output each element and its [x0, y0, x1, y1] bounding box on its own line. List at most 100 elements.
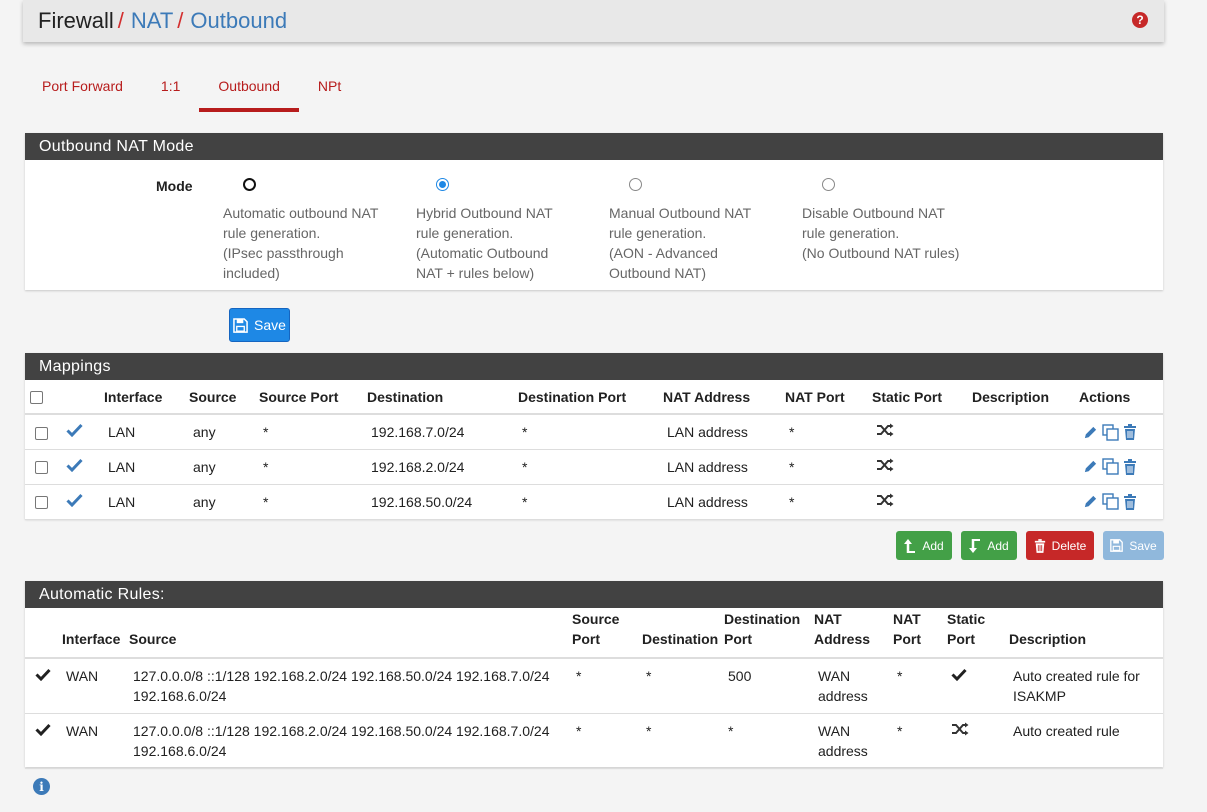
breadcrumb-firewall: Firewall — [38, 8, 114, 33]
cell-description: Auto created rule for ISAKMP — [1008, 658, 1163, 714]
edit-pencil-icon[interactable] — [1083, 494, 1098, 509]
mappings-table: Interface Source Source Port Destination… — [25, 380, 1163, 520]
row-checkbox[interactable] — [35, 496, 48, 510]
arrow-down-turn-icon — [969, 538, 981, 553]
cell-interface: WAN — [61, 713, 128, 769]
enabled-check-icon[interactable] — [66, 423, 83, 438]
edit-pencil-icon[interactable] — [1083, 459, 1098, 474]
tab-port-forward[interactable]: Port Forward — [23, 72, 142, 112]
panel-title: Automatic Rules: — [25, 581, 1163, 608]
info-icon[interactable]: i — [33, 778, 50, 795]
enabled-check-icon[interactable] — [66, 493, 83, 508]
check-icon — [951, 668, 967, 682]
floppy-icon — [233, 317, 248, 333]
cell-destination: 192.168.7.0/24 — [366, 414, 517, 450]
breadcrumb: Firewall / NAT / Outbound — [38, 8, 287, 34]
cell-description: Auto created rule — [1008, 713, 1163, 769]
col-actions: Actions — [1078, 380, 1163, 415]
shuffle-icon — [877, 493, 894, 507]
breadcrumb-nat-link[interactable]: NAT — [131, 8, 173, 34]
mode-radio-automatic[interactable] — [243, 178, 256, 191]
automatic-rules-panel: Automatic Rules: Interface Source Source… — [25, 581, 1163, 769]
cell-interface: LAN — [103, 449, 188, 485]
add-rule-top-button[interactable]: Add — [896, 531, 952, 560]
cell-source: 127.0.0.0/8 ::1/128 192.168.2.0/24 192.1… — [128, 658, 571, 714]
cell-nat-address: WAN address — [813, 658, 892, 714]
cell-source-port: * — [571, 658, 641, 714]
cell-description — [971, 449, 1078, 485]
table-row: WAN 127.0.0.0/8 ::1/128 192.168.2.0/24 1… — [25, 713, 1163, 769]
cell-destination: * — [641, 713, 723, 769]
col-source: Source — [128, 608, 571, 659]
save-label: Save — [1129, 538, 1157, 553]
trash-icon[interactable] — [1123, 493, 1137, 510]
floppy-icon — [1110, 539, 1124, 552]
cell-source: any — [188, 449, 258, 485]
trash-icon[interactable] — [1123, 458, 1137, 475]
cell-description — [971, 414, 1078, 450]
copy-icon[interactable] — [1102, 493, 1119, 511]
cell-description — [971, 484, 1078, 520]
enabled-check-icon[interactable] — [66, 458, 83, 473]
mode-radio-hybrid[interactable] — [436, 178, 449, 191]
tab-outbound[interactable]: Outbound — [199, 72, 299, 112]
mode-option-text: Disable Outbound NAT rule generation. (N… — [802, 205, 960, 261]
cell-destination-port: * — [517, 484, 662, 520]
table-row[interactable]: LAN any * 192.168.50.0/24 * LAN address … — [25, 484, 1163, 520]
cell-nat-port: * — [892, 713, 946, 769]
tab-npt[interactable]: NPt — [299, 72, 360, 112]
mode-option-automatic: Automatic outbound NAT rule generation. … — [223, 178, 393, 283]
copy-icon[interactable] — [1102, 458, 1119, 476]
copy-icon[interactable] — [1102, 423, 1119, 441]
row-checkbox[interactable] — [35, 426, 48, 440]
col-destination-port: Destination Port — [517, 380, 662, 415]
automatic-rules-table: Interface Source Source Port Destination … — [25, 608, 1163, 769]
mappings-panel: Mappings Interface Source Source Port De… — [25, 353, 1163, 520]
select-all-checkbox[interactable] — [30, 391, 43, 405]
outbound-nat-mode-panel: Outbound NAT Mode Mode Automatic outboun… — [25, 133, 1163, 290]
cell-nat-address: LAN address — [662, 484, 784, 520]
cell-nat-port: * — [784, 484, 871, 520]
shuffle-icon — [877, 423, 894, 437]
cell-interface: LAN — [103, 484, 188, 520]
col-interface: Interface — [103, 380, 188, 415]
shuffle-icon — [952, 722, 969, 736]
mode-radio-manual[interactable] — [629, 178, 642, 191]
nat-tabs: Port Forward 1:1 Outbound NPt — [23, 72, 360, 112]
shuffle-icon — [877, 458, 894, 472]
edit-pencil-icon[interactable] — [1083, 425, 1098, 440]
mode-option-text: Hybrid Outbound NAT rule generation. (Au… — [416, 205, 553, 281]
col-description: Description — [971, 380, 1078, 415]
table-row[interactable]: LAN any * 192.168.2.0/24 * LAN address * — [25, 449, 1163, 485]
cell-nat-port: * — [892, 658, 946, 714]
breadcrumb-outbound-link[interactable]: Outbound — [190, 8, 287, 34]
mode-option-disable: Disable Outbound NAT rule generation. (N… — [802, 178, 982, 263]
delete-rules-button[interactable]: Delete — [1026, 531, 1094, 560]
col-destination: Destination — [366, 380, 517, 415]
table-row: WAN 127.0.0.0/8 ::1/128 192.168.2.0/24 1… — [25, 658, 1163, 714]
cell-source: 127.0.0.0/8 ::1/128 192.168.2.0/24 192.1… — [128, 713, 571, 769]
trash-icon[interactable] — [1123, 424, 1137, 441]
add-rule-bottom-button[interactable]: Add — [961, 531, 1017, 560]
row-checkbox[interactable] — [35, 461, 48, 475]
cell-destination: 192.168.50.0/24 — [366, 484, 517, 520]
table-row[interactable]: LAN any * 192.168.7.0/24 * LAN address * — [25, 414, 1163, 450]
save-mode-button[interactable]: Save — [229, 308, 290, 342]
cell-destination: 192.168.2.0/24 — [366, 449, 517, 485]
col-static-port: Static Port — [871, 380, 971, 415]
save-rules-button[interactable]: Save — [1103, 531, 1164, 560]
table-header-row: Interface Source Source Port Destination… — [25, 380, 1163, 415]
mode-option-text: Automatic outbound NAT rule generation. … — [223, 205, 379, 281]
mode-option-manual: Manual Outbound NAT rule generation. (AO… — [609, 178, 779, 283]
cell-interface: LAN — [103, 414, 188, 450]
col-interface: Interface — [61, 608, 128, 659]
panel-title: Outbound NAT Mode — [25, 133, 1163, 160]
cell-destination: * — [641, 658, 723, 714]
help-icon[interactable]: ? — [1132, 12, 1148, 28]
arrow-up-turn-icon — [904, 538, 916, 553]
tab-one-to-one[interactable]: 1:1 — [142, 72, 199, 112]
breadcrumb-separator: / — [177, 8, 184, 33]
cell-destination-port: * — [517, 449, 662, 485]
mode-radio-disable[interactable] — [822, 178, 835, 191]
panel-title: Mappings — [25, 353, 1163, 380]
